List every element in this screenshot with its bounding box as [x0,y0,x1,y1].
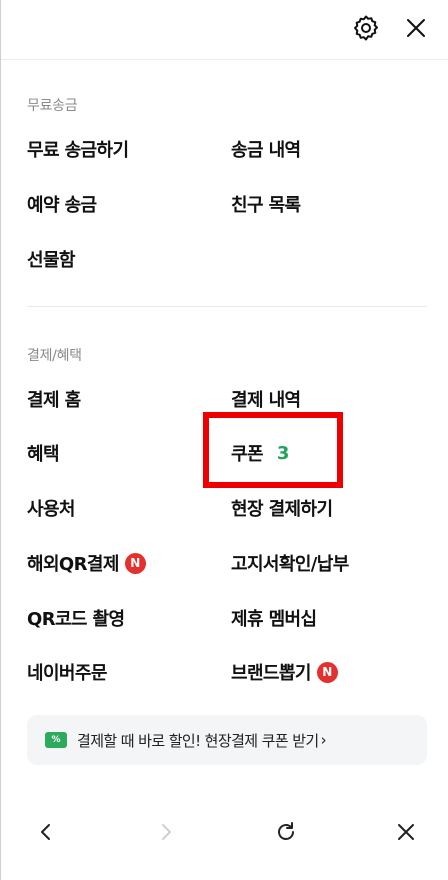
banner-text: 결제할 때 바로 할인! 현장결제 쿠폰 받기 [77,731,319,750]
menu-item-payment-home[interactable]: 결제 홈 [27,386,81,412]
forward-icon[interactable] [152,818,180,846]
menu-item-transfer-history[interactable]: 송금 내역 [231,136,301,162]
coupon-promo-banner[interactable]: % 결제할 때 바로 할인! 현장결제 쿠폰 받기 › [27,715,427,765]
new-badge: N [316,661,338,683]
menu-panel: 무료송금 무료 송금하기 송금 내역 예약 송금 친구 목록 선물함 결제/혜택… [0,0,448,880]
section-divider [27,306,427,307]
gear-icon[interactable] [351,13,381,43]
menu-item-friend-list[interactable]: 친구 목록 [231,191,301,217]
coupon-highlight-box [203,412,343,488]
overseas-qr-label: 해외QR결제 [27,554,119,575]
menu-item-benefits[interactable]: 혜택 [27,440,60,466]
menu-item-onsite-pay[interactable]: 현장 결제하기 [231,495,333,521]
menu-item-partner-membership[interactable]: 제휴 멤버십 [231,605,317,631]
refresh-icon[interactable] [272,818,300,846]
menu-item-qr-scan[interactable]: QR코드 촬영 [27,605,125,631]
menu-item-overseas-qr[interactable]: 해외QR결제 N [27,550,146,576]
menu-item-scheduled-transfer[interactable]: 예약 송금 [27,191,97,217]
bottom-nav-bar [1,800,448,864]
section-label-transfer: 무료송금 [27,98,78,114]
new-badge: N [124,552,146,574]
brand-draw-label: 브랜드뽑기 [231,663,311,684]
coupon-icon: % [45,732,67,748]
close-icon[interactable] [401,13,431,43]
close-icon[interactable] [392,818,420,846]
menu-item-bill-check[interactable]: 고지서확인/납부 [231,550,349,576]
menu-item-places[interactable]: 사용처 [27,495,75,521]
chevron-right-icon: › [320,731,327,749]
menu-item-free-transfer[interactable]: 무료 송금하기 [27,136,129,162]
section-label-payment: 결제/혜택 [27,348,82,364]
menu-item-naver-order[interactable]: 네이버주문 [27,659,107,685]
menu-item-payment-history[interactable]: 결제 내역 [231,386,301,412]
top-bar [1,0,448,60]
menu-item-gift-box[interactable]: 선물함 [27,246,75,272]
menu-item-brand-draw[interactable]: 브랜드뽑기 N [231,659,338,685]
back-icon[interactable] [32,818,60,846]
